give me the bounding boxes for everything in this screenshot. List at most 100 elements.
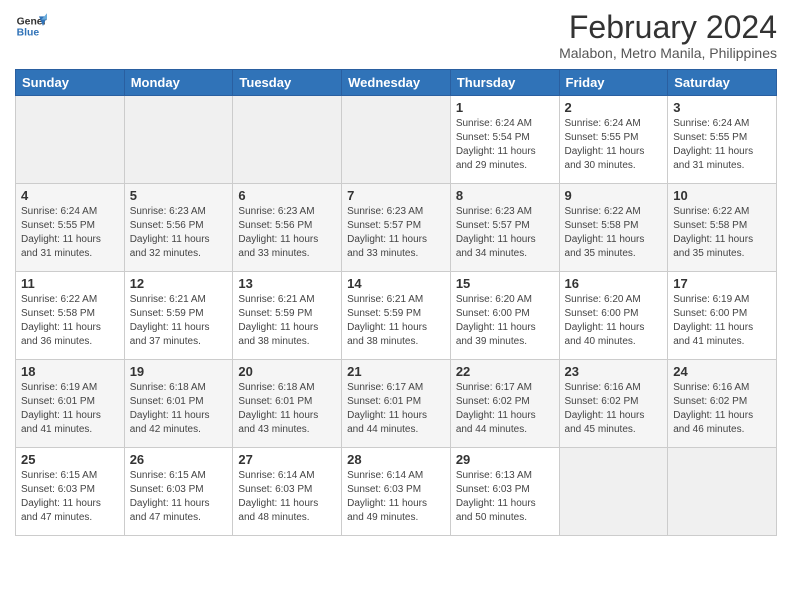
day-number: 3 <box>673 100 771 115</box>
day-number: 10 <box>673 188 771 203</box>
calendar-cell: 26 Sunrise: 6:15 AM Sunset: 6:03 PM Dayli… <box>124 448 233 536</box>
logo: General Blue <box>15 10 47 42</box>
calendar-cell: 10 Sunrise: 6:22 AM Sunset: 5:58 PM Dayli… <box>668 184 777 272</box>
calendar-cell: 18 Sunrise: 6:19 AM Sunset: 6:01 PM Dayli… <box>16 360 125 448</box>
calendar-cell: 22Sunrise: 6:17 AM Sunset: 6:02 PM Dayli… <box>450 360 559 448</box>
day-info: Sunrise: 6:23 AM Sunset: 5:56 PM Dayligh… <box>130 205 228 261</box>
day-number: 26 <box>130 452 228 467</box>
week-row-2: 4 Sunrise: 6:24 AM Sunset: 5:55 PM Daylig… <box>16 184 777 272</box>
day-info: Sunrise: 6:14 AM Sunset: 6:03 PM Dayligh… <box>347 469 445 525</box>
day-info: Sunrise: 6:14 AM Sunset: 6:03 PM Dayligh… <box>238 469 336 525</box>
weekday-header-thursday: Thursday <box>450 70 559 96</box>
day-info: Sunrise: 6:23 AM Sunset: 5:57 PM Dayligh… <box>347 205 445 261</box>
day-info: Sunrise: 6:24 AM Sunset: 5:55 PM Dayligh… <box>565 117 663 173</box>
calendar-cell: 23Sunrise: 6:16 AM Sunset: 6:02 PM Dayli… <box>559 360 668 448</box>
calendar-cell: 13Sunrise: 6:21 AM Sunset: 5:59 PM Dayli… <box>233 272 342 360</box>
weekday-header-friday: Friday <box>559 70 668 96</box>
day-info: Sunrise: 6:20 AM Sunset: 6:00 PM Dayligh… <box>456 293 554 349</box>
header: General Blue February 2024 Malabon, Metr… <box>15 10 777 61</box>
day-info: Sunrise: 6:19 AM Sunset: 6:01 PM Dayligh… <box>21 381 119 437</box>
day-info: Sunrise: 6:24 AM Sunset: 5:55 PM Dayligh… <box>673 117 771 173</box>
week-row-4: 18 Sunrise: 6:19 AM Sunset: 6:01 PM Dayli… <box>16 360 777 448</box>
calendar-cell: 19Sunrise: 6:18 AM Sunset: 6:01 PM Dayli… <box>124 360 233 448</box>
calendar-cell: 9 Sunrise: 6:22 AM Sunset: 5:58 PM Daylig… <box>559 184 668 272</box>
subtitle: Malabon, Metro Manila, Philippines <box>559 45 777 61</box>
logo-icon: General Blue <box>15 10 47 42</box>
calendar-cell: 5 Sunrise: 6:23 AM Sunset: 5:56 PM Daylig… <box>124 184 233 272</box>
svg-text:Blue: Blue <box>17 28 40 39</box>
day-number: 5 <box>130 188 228 203</box>
calendar-cell <box>233 96 342 184</box>
day-info: Sunrise: 6:22 AM Sunset: 5:58 PM Dayligh… <box>21 293 119 349</box>
day-number: 14 <box>347 276 445 291</box>
weekday-header-saturday: Saturday <box>668 70 777 96</box>
week-row-3: 11 Sunrise: 6:22 AM Sunset: 5:58 PM Dayli… <box>16 272 777 360</box>
day-info: Sunrise: 6:24 AM Sunset: 5:54 PM Dayligh… <box>456 117 554 173</box>
day-number: 7 <box>347 188 445 203</box>
day-info: Sunrise: 6:21 AM Sunset: 5:59 PM Dayligh… <box>130 293 228 349</box>
calendar-cell: 20Sunrise: 6:18 AM Sunset: 6:01 PM Dayli… <box>233 360 342 448</box>
day-info: Sunrise: 6:20 AM Sunset: 6:00 PM Dayligh… <box>565 293 663 349</box>
calendar-cell: 29 Sunrise: 6:13 AM Sunset: 6:03 PM Dayli… <box>450 448 559 536</box>
weekday-header-sunday: Sunday <box>16 70 125 96</box>
day-number: 27 <box>238 452 336 467</box>
day-info: Sunrise: 6:17 AM Sunset: 6:01 PM Dayligh… <box>347 381 445 437</box>
calendar-cell: 25Sunrise: 6:15 AM Sunset: 6:03 PM Dayli… <box>16 448 125 536</box>
week-row-5: 25 Sunrise: 6:15 AM Sunset: 6:03 PM Dayli… <box>16 448 777 536</box>
weekday-header-wednesday: Wednesday <box>342 70 451 96</box>
day-number: 18 <box>21 364 119 379</box>
calendar-cell: 14 Sunrise: 6:21 AM Sunset: 5:59 PM Dayli… <box>342 272 451 360</box>
day-number: 17 <box>673 276 771 291</box>
day-number: 4 <box>21 188 119 203</box>
day-info: Sunrise: 6:19 AM Sunset: 6:00 PM Dayligh… <box>673 293 771 349</box>
day-number: 8 <box>456 188 554 203</box>
main-title: February 2024 <box>559 10 777 45</box>
day-info: Sunrise: 6:21 AM Sunset: 5:59 PM Dayligh… <box>347 293 445 349</box>
day-number: 11 <box>21 276 119 291</box>
day-info: Sunrise: 6:16 AM Sunset: 6:02 PM Dayligh… <box>673 381 771 437</box>
day-number: 22 <box>456 364 554 379</box>
day-number: 1 <box>456 100 554 115</box>
day-info: Sunrise: 6:13 AM Sunset: 6:03 PM Dayligh… <box>456 469 554 525</box>
day-number: 21 <box>347 364 445 379</box>
calendar-cell: 11 Sunrise: 6:22 AM Sunset: 5:58 PM Dayli… <box>16 272 125 360</box>
day-info: Sunrise: 6:22 AM Sunset: 5:58 PM Dayligh… <box>673 205 771 261</box>
weekday-header-tuesday: Tuesday <box>233 70 342 96</box>
day-info: Sunrise: 6:23 AM Sunset: 5:57 PM Dayligh… <box>456 205 554 261</box>
calendar-cell <box>16 96 125 184</box>
day-number: 12 <box>130 276 228 291</box>
calendar-cell: 3 Sunrise: 6:24 AM Sunset: 5:55 PM Daylig… <box>668 96 777 184</box>
calendar-cell: 28 Sunrise: 6:14 AM Sunset: 6:03 PM Dayli… <box>342 448 451 536</box>
calendar-cell <box>124 96 233 184</box>
calendar-cell: 27 Sunrise: 6:14 AM Sunset: 6:03 PM Dayli… <box>233 448 342 536</box>
day-info: Sunrise: 6:18 AM Sunset: 6:01 PM Dayligh… <box>238 381 336 437</box>
day-number: 19 <box>130 364 228 379</box>
weekday-header-row: SundayMondayTuesdayWednesdayThursdayFrid… <box>16 70 777 96</box>
day-number: 6 <box>238 188 336 203</box>
calendar-cell: 8 Sunrise: 6:23 AM Sunset: 5:57 PM Daylig… <box>450 184 559 272</box>
weekday-header-monday: Monday <box>124 70 233 96</box>
day-number: 2 <box>565 100 663 115</box>
calendar-cell: 4 Sunrise: 6:24 AM Sunset: 5:55 PM Daylig… <box>16 184 125 272</box>
day-info: Sunrise: 6:21 AM Sunset: 5:59 PM Dayligh… <box>238 293 336 349</box>
day-info: Sunrise: 6:16 AM Sunset: 6:02 PM Dayligh… <box>565 381 663 437</box>
day-number: 9 <box>565 188 663 203</box>
day-number: 25 <box>21 452 119 467</box>
day-info: Sunrise: 6:22 AM Sunset: 5:58 PM Dayligh… <box>565 205 663 261</box>
day-info: Sunrise: 6:15 AM Sunset: 6:03 PM Dayligh… <box>130 469 228 525</box>
day-number: 29 <box>456 452 554 467</box>
calendar-cell: 6 Sunrise: 6:23 AM Sunset: 5:56 PM Daylig… <box>233 184 342 272</box>
calendar-cell: 24Sunrise: 6:16 AM Sunset: 6:02 PM Dayli… <box>668 360 777 448</box>
page: General Blue February 2024 Malabon, Metr… <box>0 0 792 612</box>
calendar-cell: 16Sunrise: 6:20 AM Sunset: 6:00 PM Dayli… <box>559 272 668 360</box>
calendar-cell: 12 Sunrise: 6:21 AM Sunset: 5:59 PM Dayli… <box>124 272 233 360</box>
calendar-cell <box>668 448 777 536</box>
day-info: Sunrise: 6:24 AM Sunset: 5:55 PM Dayligh… <box>21 205 119 261</box>
calendar-cell: 1 Sunrise: 6:24 AM Sunset: 5:54 PM Daylig… <box>450 96 559 184</box>
calendar-cell: 2 Sunrise: 6:24 AM Sunset: 5:55 PM Daylig… <box>559 96 668 184</box>
day-number: 28 <box>347 452 445 467</box>
calendar-cell: 7 Sunrise: 6:23 AM Sunset: 5:57 PM Daylig… <box>342 184 451 272</box>
calendar-cell <box>342 96 451 184</box>
calendar-cell: 21 Sunrise: 6:17 AM Sunset: 6:01 PM Dayli… <box>342 360 451 448</box>
day-info: Sunrise: 6:23 AM Sunset: 5:56 PM Dayligh… <box>238 205 336 261</box>
